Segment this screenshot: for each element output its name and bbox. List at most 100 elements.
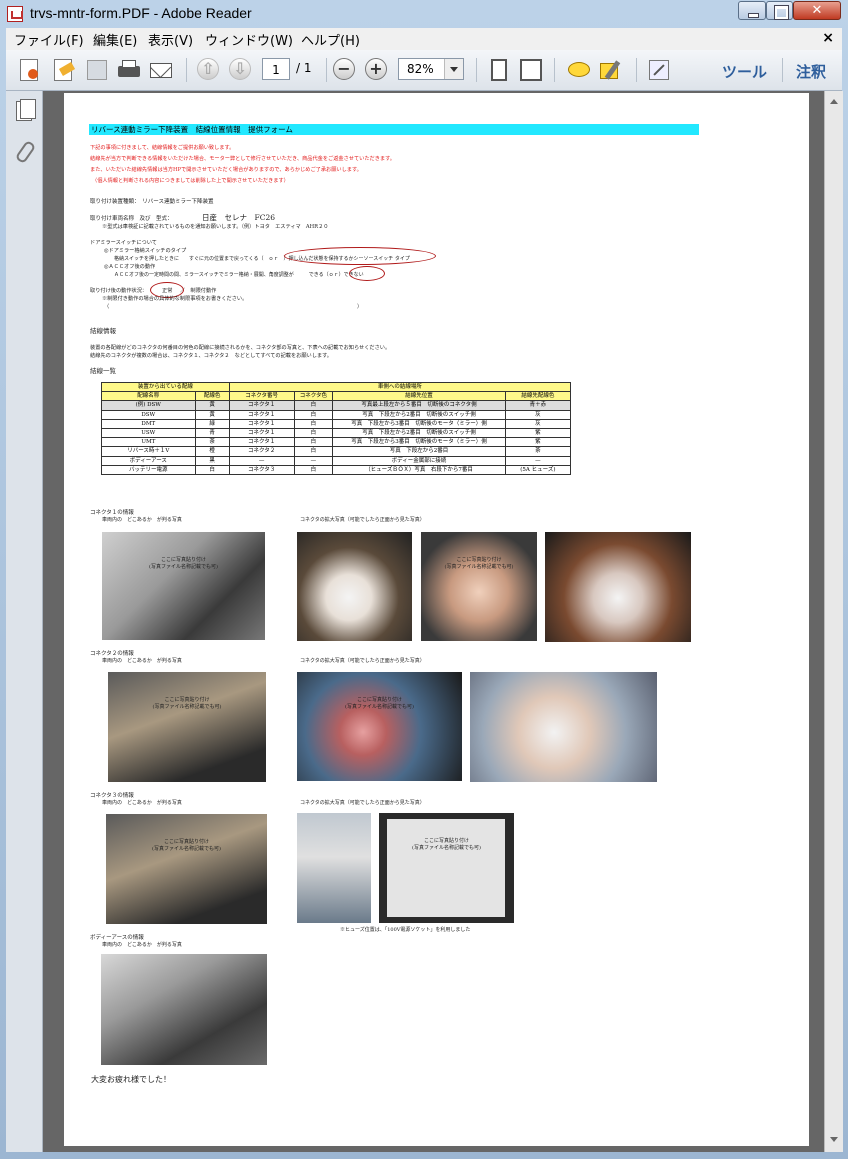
scroll-down-icon[interactable] bbox=[830, 1137, 838, 1146]
menu-file[interactable]: ファイル(F) bbox=[14, 30, 84, 49]
table-cell: 橙 bbox=[194, 446, 230, 457]
photo: ここに写真貼り付け (写真ファイル名称記載でも可) bbox=[106, 814, 267, 924]
column-header: コネクタ番号 bbox=[228, 391, 295, 402]
vertical-scrollbar[interactable] bbox=[824, 91, 843, 1152]
maximize-button[interactable] bbox=[766, 1, 793, 20]
table-cell: 白 bbox=[293, 409, 334, 420]
table-cell: USW bbox=[101, 427, 196, 439]
table-cell: コネクタ１ bbox=[228, 427, 295, 439]
fit-page-icon[interactable] bbox=[486, 57, 512, 83]
zoom-out-icon[interactable]: − bbox=[333, 58, 355, 80]
zoom-in-icon[interactable]: + bbox=[365, 58, 387, 80]
chevron-down-icon[interactable] bbox=[444, 59, 463, 79]
table-cell: 写真最上段左から５番目 切断後のコネクタ側 bbox=[332, 400, 506, 411]
tools-pane-button[interactable]: ツール bbox=[722, 61, 767, 82]
comment-pane-button[interactable]: 注釈 bbox=[796, 61, 826, 82]
save-icon[interactable] bbox=[84, 57, 110, 83]
table-cell: 写真 下段左から2番目 切断後のスイッチ側 bbox=[332, 409, 506, 420]
photo: ここに写真貼り付け (写真ファイル名称記載でも可) bbox=[421, 532, 537, 641]
intro-line: また、いただいた結線先情報は当方HPで開示させていただく場合がありますので、あら… bbox=[90, 167, 362, 173]
page-number-input[interactable]: 1 bbox=[262, 58, 290, 80]
table-cell: 灰 bbox=[504, 409, 572, 420]
prev-page-icon[interactable]: ⇧ bbox=[197, 58, 219, 80]
photo bbox=[297, 532, 412, 641]
fullscreen-icon[interactable] bbox=[646, 57, 672, 83]
table-cell: — bbox=[504, 455, 572, 466]
photo-placeholder-text: (写真ファイル名称記載でも可) bbox=[345, 704, 414, 710]
table-cell: リバース時＋１V bbox=[101, 446, 196, 457]
closing-text: 大変お疲れ様でした！ bbox=[91, 1075, 171, 1084]
photo bbox=[101, 954, 267, 1065]
photo-placeholder-text: ここに写真貼り付け bbox=[164, 697, 210, 703]
menu-window[interactable]: ウィンドウ(W) bbox=[205, 30, 293, 49]
device-type: 取り付け装置種類： リバース連動ミラー下降装置 bbox=[90, 199, 214, 205]
column-header: 配線名称 bbox=[101, 391, 196, 402]
table-cell: コネクタ２ bbox=[228, 446, 295, 457]
next-page-icon[interactable]: ⇩ bbox=[229, 58, 251, 80]
wiring-desc: 結線先のコネクタが複数の場合は、コネクタ１、コネクタ２ などとしてすべての記載を… bbox=[90, 353, 332, 359]
column-header: 配線色 bbox=[194, 391, 230, 402]
annotation-oval bbox=[284, 247, 436, 265]
edit-icon[interactable] bbox=[50, 57, 76, 83]
window: trvs-mntr-form.PDF - Adobe Reader ✕ ファイル… bbox=[0, 0, 848, 1159]
comment-icon[interactable] bbox=[566, 57, 592, 83]
print-icon[interactable] bbox=[116, 57, 142, 83]
table-cell: 紫 bbox=[504, 427, 572, 439]
close-icon: ✕ bbox=[811, 3, 823, 18]
menu-view[interactable]: 表示(V) bbox=[148, 30, 193, 49]
column-header: 結線先位置 bbox=[332, 391, 506, 402]
table-cell: コネクタ１ bbox=[228, 409, 295, 420]
photo: ここに写真貼り付け (写真ファイル名称記載でも可) bbox=[102, 532, 265, 640]
scroll-up-icon[interactable] bbox=[830, 95, 838, 104]
highlight-icon[interactable] bbox=[598, 57, 624, 83]
menu-edit[interactable]: 編集(E) bbox=[93, 30, 137, 49]
table-cell: 茶 bbox=[504, 446, 572, 457]
photo-placeholder-text: (写真ファイル名称記載でも可) bbox=[444, 564, 514, 570]
section-caption: 車両内の どこあるか が判る写真 bbox=[102, 800, 182, 806]
section-title: コネクタ１の情報 bbox=[90, 510, 134, 516]
table-cell: 白 bbox=[293, 446, 334, 457]
table-row: リバース時＋１V 橙コネクタ２ 白写真 下段左から2番目茶 bbox=[101, 446, 572, 457]
table-row: バッテリー電源白コネクタ３ 白（ヒューズＢＯＸ）写真 右段下から7番目 (5A ヒュ… bbox=[101, 464, 572, 475]
vehicle-value: 日産 セレナ FC26 bbox=[202, 213, 275, 222]
toolbar-separator bbox=[186, 58, 187, 82]
fit-width-icon[interactable] bbox=[518, 57, 544, 83]
table-cell: 黄 bbox=[194, 409, 230, 420]
close-button[interactable]: ✕ bbox=[793, 1, 841, 20]
create-pdf-icon[interactable] bbox=[16, 57, 42, 83]
pages-icon[interactable] bbox=[14, 99, 36, 121]
navigation-sidebar bbox=[6, 91, 43, 1152]
table-cell: コネクタ３ bbox=[228, 464, 295, 475]
table-group-header: 車側への結線場所 bbox=[228, 381, 572, 393]
wiring-heading: 結線情報 bbox=[90, 327, 116, 335]
photo-placeholder-text: (写真ファイル名称記載でも可) bbox=[412, 845, 481, 851]
toolbar-separator bbox=[782, 58, 783, 82]
photo bbox=[545, 532, 691, 642]
table-cell: 紫 bbox=[504, 437, 572, 448]
column-header: 結線先配線色 bbox=[504, 391, 572, 402]
table-cell: 白 bbox=[293, 418, 334, 429]
table-example-row: (例) DSW 黄 コネクタ１ 白 写真最上段左から５番目 切断後のコネクタ側 … bbox=[101, 400, 572, 411]
title-bar: trvs-mntr-form.PDF - Adobe Reader ✕ bbox=[0, 0, 848, 28]
document-close-button[interactable]: × bbox=[822, 30, 834, 46]
table-cell: 写真 下段左から2番目 切断後のスイッチ側 bbox=[332, 427, 506, 439]
email-icon[interactable] bbox=[148, 56, 174, 83]
table-cell: — bbox=[228, 455, 295, 466]
adobe-reader-icon bbox=[7, 6, 23, 22]
table-cell: コネクタ１ bbox=[228, 437, 295, 448]
fuse-diagram-sheet bbox=[387, 819, 505, 917]
photo: ここに写真貼り付け (写真ファイル名称記載でも可) bbox=[297, 672, 462, 781]
post-mid: ／ 制限付動作 bbox=[180, 288, 217, 294]
form-title: リバース連動ミラー下降装置 結線位置情報 提供フォーム bbox=[89, 124, 699, 135]
fuse-note: ※ヒューズ位置は、「100V電源ソケット」を利用しました bbox=[340, 927, 471, 933]
switch-heading: ドアミラースイッチについて bbox=[90, 240, 157, 246]
pdf-page: リバース連動ミラー下降装置 結線位置情報 提供フォーム 下記の事項に付きまして、… bbox=[64, 93, 809, 1146]
zoom-select[interactable]: 82% bbox=[398, 58, 464, 80]
menu-help[interactable]: ヘルプ(H) bbox=[301, 30, 360, 49]
photo: ここに写真貼り付け (写真ファイル名称記載でも可) bbox=[379, 813, 514, 923]
attachment-icon[interactable] bbox=[14, 139, 37, 165]
annotation-oval bbox=[349, 266, 385, 281]
photo bbox=[470, 672, 657, 782]
minimize-button[interactable] bbox=[738, 1, 766, 20]
table-cell: 灰 bbox=[504, 418, 572, 429]
